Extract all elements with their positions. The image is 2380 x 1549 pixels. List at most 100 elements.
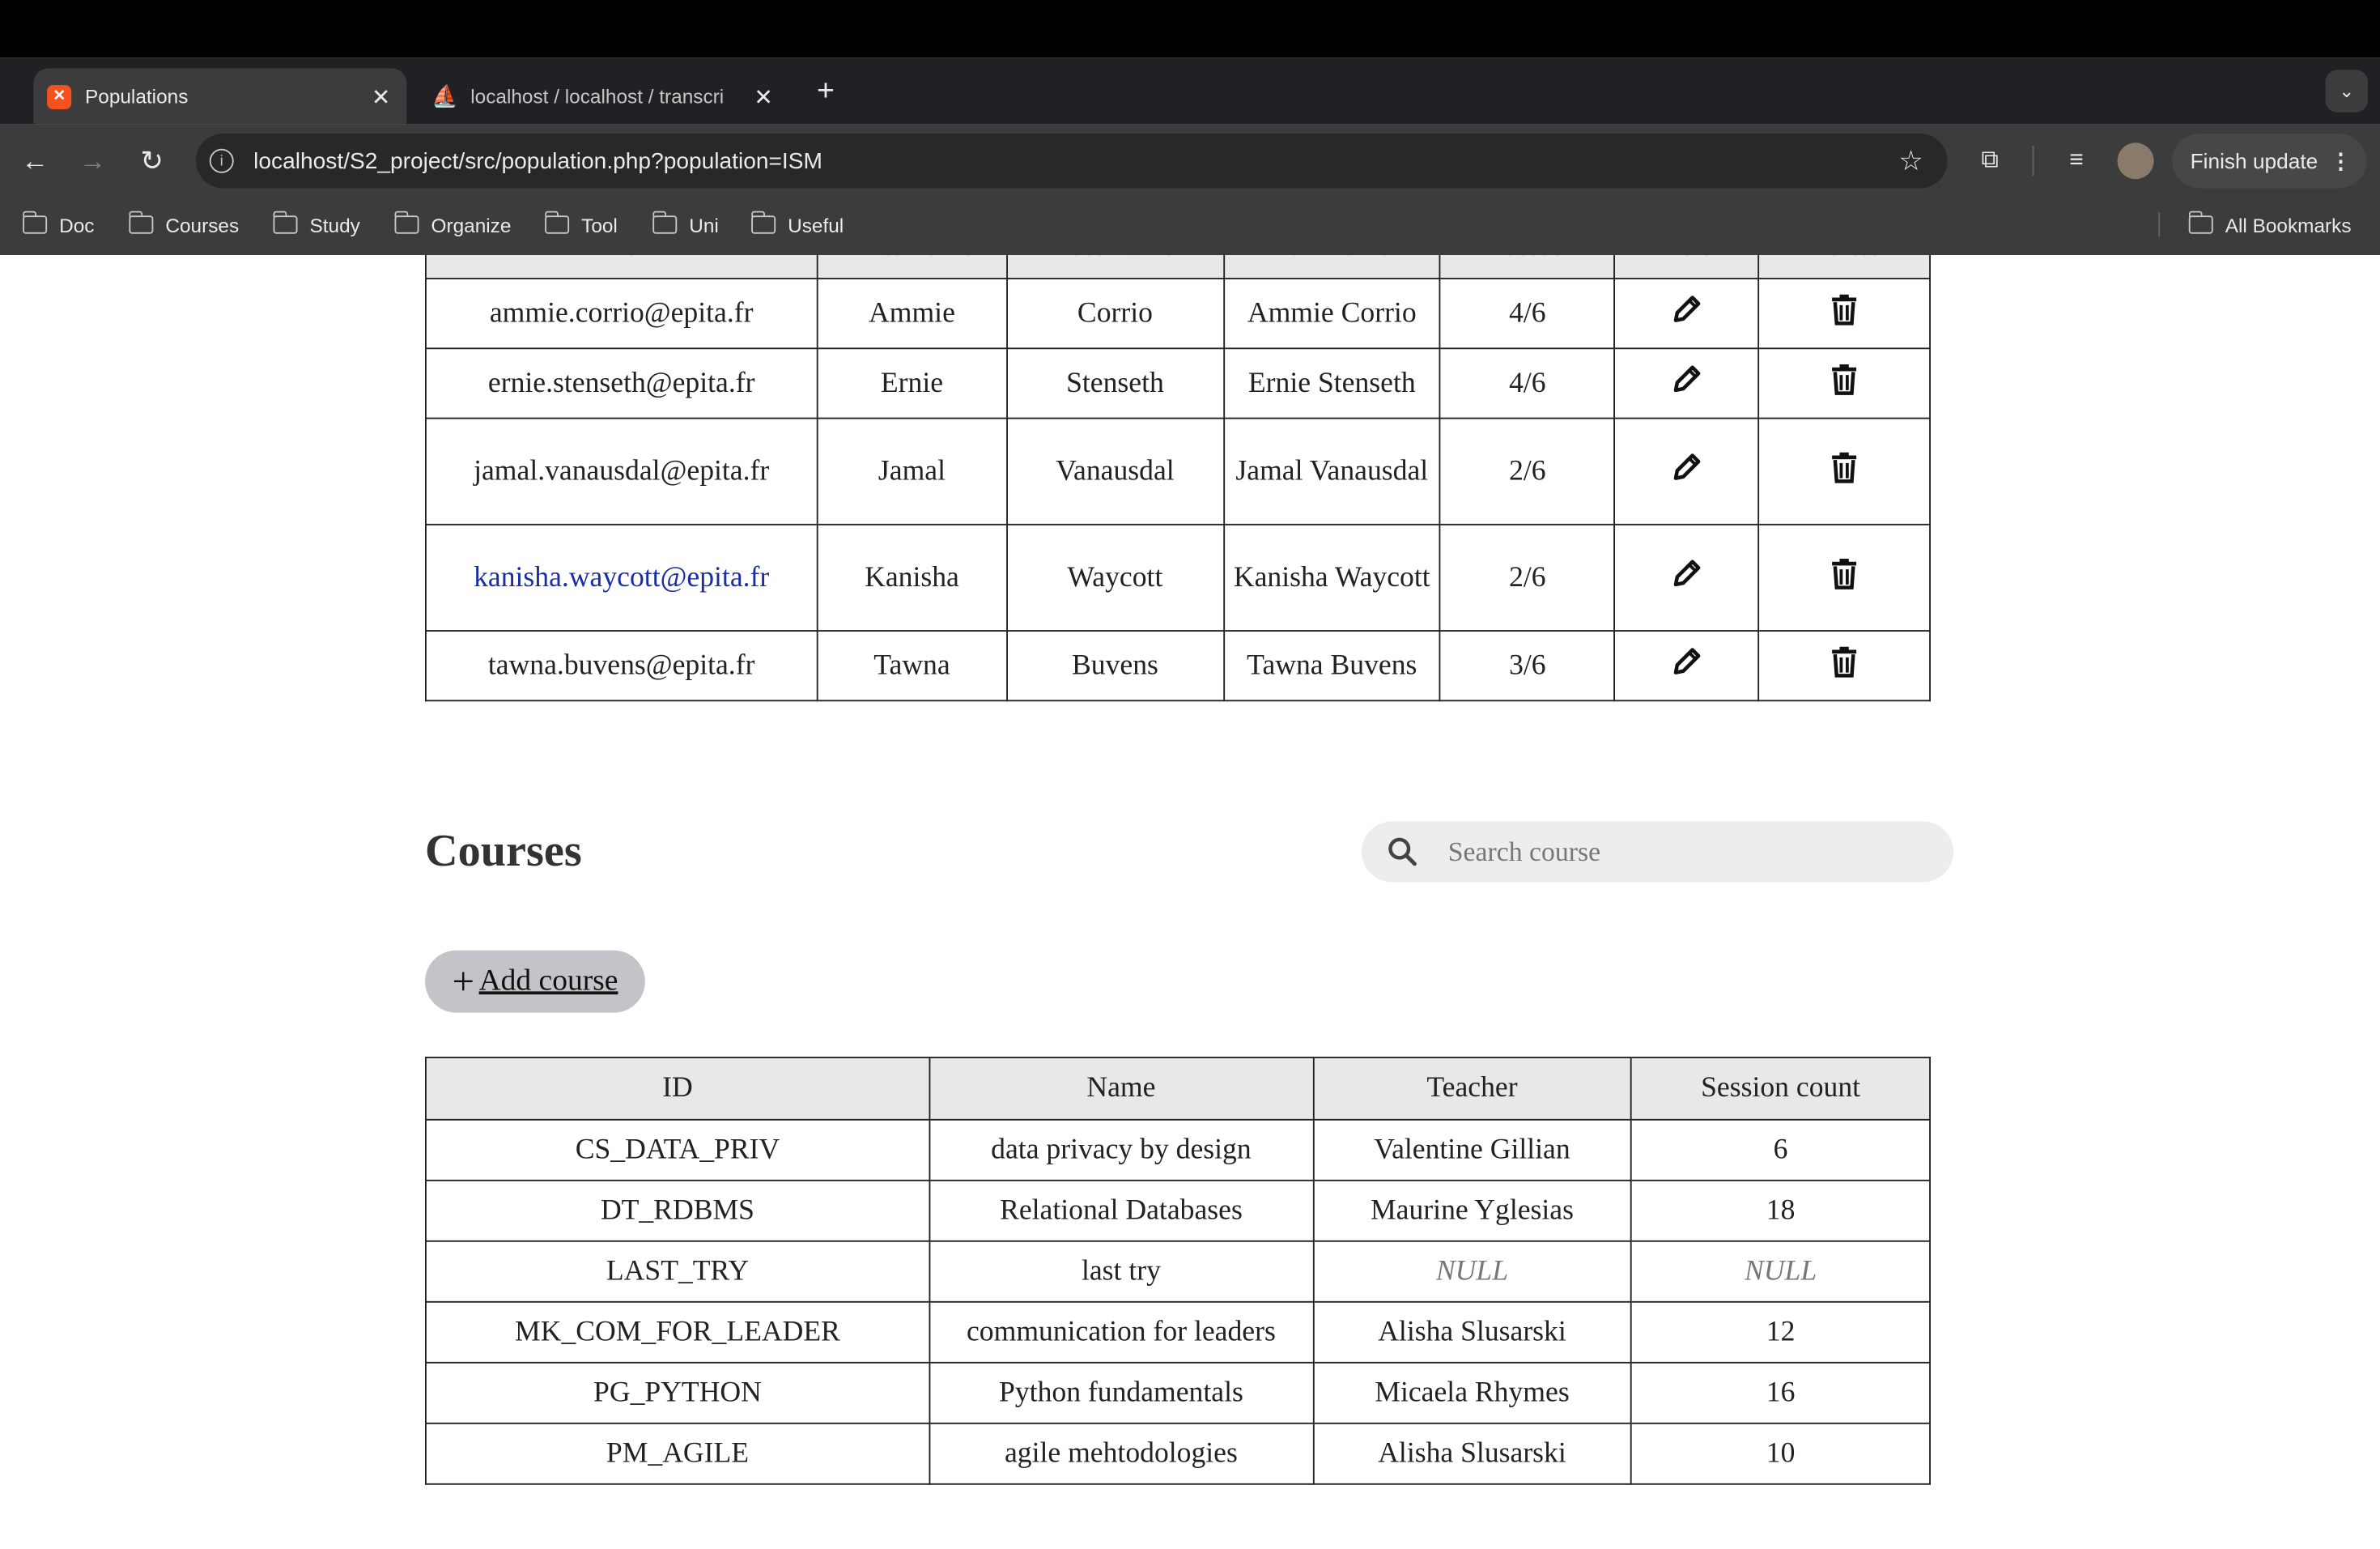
folder-icon [2187,211,2213,234]
student-last-name: Stenseth [1005,347,1225,419]
pencil-icon[interactable] [1670,556,1703,599]
forward-arrow-icon[interactable]: → [74,143,111,179]
student-first-name: Jamal [816,417,1008,526]
col-edit: Edit [1613,255,1760,279]
course-session-count: NULL [1630,1240,1931,1303]
bookmark-label: Courses [165,213,240,236]
col-passed[interactable]: Passed [1439,255,1616,279]
bookmark-star-icon[interactable]: ☆ [1898,145,1923,177]
col-session-count[interactable]: Session count [1630,1057,1931,1121]
col-email[interactable]: Email [425,255,818,279]
trash-icon[interactable] [1829,645,1859,687]
url-text[interactable]: localhost/S2_project/src/population.php?… [253,148,1898,174]
bookmark-label: Organize [431,213,512,236]
student-passed: 2/6 [1439,523,1616,632]
pencil-icon[interactable] [1670,450,1703,493]
student-last-name: Corrio [1005,278,1225,350]
bookmark-tool[interactable]: Tool [544,210,618,240]
course-name: Python fundamentals [929,1361,1314,1424]
edit-cell [1613,417,1760,526]
folder-icon [652,211,678,234]
edit-cell [1613,523,1760,632]
back-arrow-icon[interactable]: ← [17,143,53,179]
trash-icon[interactable] [1829,556,1859,599]
media-queue-icon[interactable]: ≡ [2059,143,2095,179]
folder-icon [750,211,776,234]
delete-cell [1757,278,1931,350]
tab-populations[interactable]: ✕ Populations ✕ [33,68,407,125]
phpmyadmin-favicon-icon: ⛵ [431,83,458,109]
close-tab-icon[interactable]: ✕ [747,83,780,110]
course-session-count: 6 [1630,1118,1931,1181]
students-table: Email First Name Last Name Full Name Pas… [425,255,1931,702]
bookmark-doc[interactable]: Doc [22,210,95,240]
course-teacher: Micaela Rhymes [1311,1361,1633,1424]
course-name: communication for leaders [929,1300,1314,1364]
pencil-icon[interactable] [1670,645,1703,687]
courses-heading: Courses [425,826,582,876]
student-first-name: Ammie [816,278,1008,350]
trash-icon[interactable] [1829,450,1859,493]
course-session-count: 18 [1630,1179,1931,1242]
bookmark-study[interactable]: Study [272,210,360,240]
col-name[interactable]: Name [929,1057,1314,1121]
profile-avatar[interactable] [2117,143,2154,180]
course-row: LAST_TRY last try NULL NULL [425,1240,1931,1303]
bookmark-uni[interactable]: Uni [652,210,719,240]
student-row: jamal.vanausdal@epita.fr Jamal Vanausdal Ja… [425,417,1931,526]
all-bookmarks-label: All Bookmarks [2225,213,2352,236]
page-content: Email First Name Last Name Full Name Pas… [0,255,2380,1549]
finish-update-button[interactable]: Finish update ⋮ [2172,134,2367,189]
add-course-button[interactable]: + Add course [425,950,645,1013]
course-row: PM_AGILE agile mehtodologies Alisha Slusar… [425,1422,1931,1485]
bookmark-courses[interactable]: Courses [128,210,240,240]
trash-icon[interactable] [1829,292,1859,335]
reload-icon[interactable]: ↻ [134,143,170,179]
bookmark-label: Study [309,213,360,236]
course-search[interactable] [1361,821,1954,883]
site-info-icon[interactable]: i [209,148,234,173]
course-id: DT_RDBMS [425,1179,930,1242]
delete-cell [1757,523,1931,632]
bookmark-organize[interactable]: Organize [393,210,512,240]
course-row: CS_DATA_PRIV data privacy by design Valent… [425,1118,1931,1181]
course-session-count: 12 [1630,1300,1931,1364]
col-teacher[interactable]: Teacher [1311,1057,1633,1121]
student-full-name: Kanisha Waycott [1222,523,1442,632]
trash-icon[interactable] [1829,362,1859,405]
close-tab-icon[interactable]: ✕ [364,83,397,110]
student-passed: 4/6 [1439,278,1616,350]
address-bar[interactable]: i localhost/S2_project/src/population.ph… [195,134,1948,189]
pencil-icon[interactable] [1670,292,1703,335]
col-full-name[interactable]: Full Name [1222,255,1442,279]
tab-phpmyadmin[interactable]: ⛵ localhost / localhost / transcri ✕ [419,68,790,124]
student-last-name: Vanausdal [1005,417,1225,526]
course-id: MK_COM_FOR_LEADER [425,1300,930,1364]
courses-table: ID Name Teacher Session count CS_DATA_PR… [425,1057,1931,1485]
col-id[interactable]: ID [425,1057,930,1121]
course-session-count: 10 [1630,1422,1931,1485]
folder-icon [22,211,48,234]
search-course-input[interactable] [1445,834,1906,870]
student-full-name: Jamal Vanausdal [1222,417,1442,526]
extensions-puzzle-icon[interactable]: ⧉ [1972,143,2008,179]
bookmarks-divider [2158,212,2161,237]
add-course-label: Add course [478,964,618,998]
col-last-name[interactable]: Last Name [1005,255,1225,279]
tab-search-chevron-icon[interactable]: ⌄ [2325,70,2368,113]
bookmark-useful[interactable]: Useful [750,210,844,240]
folder-icon [272,211,298,234]
student-row: tawna.buvens@epita.fr Tawna Buvens Tawna Bu… [425,630,1931,702]
student-first-name: Tawna [816,630,1008,702]
student-passed: 2/6 [1439,417,1616,526]
course-teacher: Valentine Gillian [1311,1118,1633,1181]
finish-update-label: Finish update [2190,148,2318,173]
col-first-name[interactable]: First Name [816,255,1008,279]
col-delete: Delete [1757,255,1931,279]
new-tab-icon[interactable]: + [808,73,844,109]
bookmark-label: Doc [59,213,95,236]
pencil-icon[interactable] [1670,362,1703,405]
tab-title: Populations [85,85,189,109]
all-bookmarks[interactable]: All Bookmarks [2187,210,2352,240]
course-row: MK_COM_FOR_LEADER communication for leade… [425,1300,1931,1364]
